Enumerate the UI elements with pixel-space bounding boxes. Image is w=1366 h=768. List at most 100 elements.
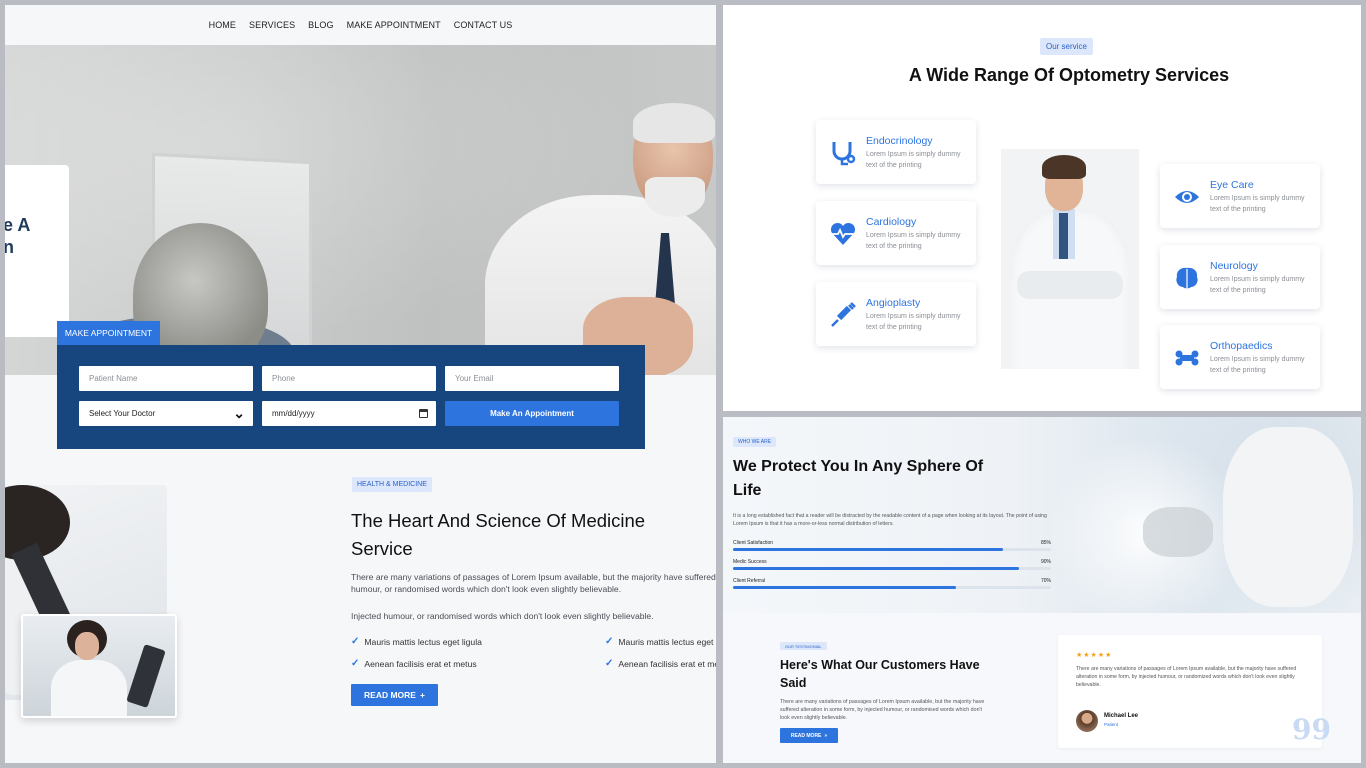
doctor-portrait-tie	[1059, 213, 1068, 259]
star-rating-icon: ★★★★★	[1076, 652, 1113, 659]
read-more-label: READ MORE	[790, 732, 822, 739]
health-medicine-badge: HEALTH & MEDICINE	[352, 477, 432, 492]
check-item-label: Mauris mattis lectus eget ligula	[364, 636, 482, 647]
check-item: ✓ Mauris mattis lectus eget ligula	[605, 636, 716, 647]
testimonial-card: ★★★★★ There are many variations of passa…	[1058, 635, 1331, 748]
testimonial-role: Patient	[1104, 722, 1119, 727]
heart-science-paragraph-2: Injected humour, or randomised words whi…	[351, 611, 654, 621]
doctor-portrait-arms	[1017, 271, 1123, 299]
chevron-down-icon: ⌄	[233, 405, 245, 421]
lab-woman-coat	[51, 660, 127, 716]
avatar	[1076, 710, 1098, 732]
lab-woman-image	[21, 614, 177, 718]
hero-card-line2: n	[5, 237, 14, 257]
hero-doctor-hair	[633, 103, 715, 143]
testimonials-paragraph: There are many variations of passages of…	[780, 699, 985, 721]
testimonial-author: Michael Lee	[1104, 713, 1139, 719]
read-more-button[interactable]: READ MORE +	[351, 684, 438, 706]
hero-text-card: e A n	[5, 165, 69, 337]
heart-science-paragraph: There are many variations of passages of…	[351, 572, 716, 594]
service-card-orthopaedics[interactable]: Orthopaedics Lorem Ipsum is simply dummy…	[1160, 325, 1320, 389]
progress-label: Client Referral	[733, 578, 765, 584]
check-item: ✓ Aenean facilisis erat et metus	[605, 658, 716, 669]
progress-percent: 70%	[1040, 578, 1051, 584]
progress-percent: 85%	[1040, 540, 1051, 546]
doctor-select[interactable]: Select Your Doctor ⌄	[79, 401, 253, 426]
service-name: Cardiology	[866, 216, 917, 228]
service-card-endocrinology[interactable]: Endocrinology Lorem Ipsum is simply dumm…	[816, 120, 976, 184]
email-input[interactable]: Your Email	[445, 366, 619, 391]
calendar-icon[interactable]	[419, 409, 428, 418]
doctor-portrait-hair	[1042, 155, 1086, 179]
nav-contact-us[interactable]: CONTACT US	[454, 20, 513, 30]
who-we-are-title: We Protect You In Any Sphere Of Life	[733, 458, 984, 499]
bone-icon	[1172, 343, 1202, 373]
service-desc: Lorem Ipsum is simply dummy text of the …	[1210, 195, 1305, 213]
testimonial-badge: OUR TESTIMONIAL	[780, 642, 827, 650]
check-item-label: Aenean facilisis erat et metus	[364, 658, 477, 669]
heartbeat-icon	[828, 219, 858, 249]
heart-science-title: The Heart And Science Of Medicine Servic…	[351, 510, 646, 559]
date-input[interactable]: mm/dd/yyyy	[262, 401, 436, 426]
plus-icon: +	[419, 690, 425, 700]
eye-icon	[1172, 182, 1202, 212]
left-panel-screenshot: HOME SERVICES BLOG MAKE APPOINTMENT CONT…	[5, 5, 716, 763]
appointment-form: Patient Name Phone Your Email Select You…	[57, 345, 645, 449]
background-doctor	[1223, 427, 1353, 607]
brain-icon	[1172, 263, 1202, 293]
who-we-are-section: WHO WE ARE We Protect You In Any Sphere …	[723, 417, 1361, 613]
quote-icon: 99	[1292, 713, 1331, 746]
doctor-select-value: Select Your Doctor	[89, 409, 156, 418]
service-name: Eye Care	[1210, 179, 1254, 191]
service-name: Angioplasty	[866, 297, 921, 309]
progress-fill	[733, 586, 956, 589]
read-more-label: READ MORE	[364, 690, 416, 700]
check-icon: ✓	[351, 658, 360, 669]
hero-card-line1: e A	[5, 215, 31, 235]
date-input-value: mm/dd/yyyy	[272, 409, 315, 418]
nav-home[interactable]: HOME	[209, 20, 236, 30]
doctor-portrait	[1001, 149, 1139, 369]
lab-woman-face	[75, 632, 99, 660]
progress-fill	[733, 567, 1020, 570]
service-name: Neurology	[1210, 260, 1258, 272]
progress-percent: 90%	[1040, 559, 1051, 565]
check-item-label: Mauris mattis lectus eget ligula	[618, 636, 716, 647]
check-item: ✓ Aenean facilisis erat et metus	[351, 658, 477, 669]
who-we-are-badge: WHO WE ARE	[733, 437, 777, 447]
syringe-icon	[828, 300, 858, 330]
service-desc: Lorem Ipsum is simply dummy text of the …	[1210, 356, 1305, 374]
double-chevron-right-icon: »	[824, 732, 828, 739]
main-nav: HOME SERVICES BLOG MAKE APPOINTMENT CONT…	[5, 5, 716, 45]
progress-fill	[733, 548, 1004, 551]
services-panel-screenshot: Our service A Wide Range Of Optometry Se…	[723, 5, 1361, 411]
make-appointment-button[interactable]: Make An Appointment	[445, 401, 619, 426]
stethoscope-icon	[828, 138, 858, 168]
services-title: A Wide Range Of Optometry Services	[908, 65, 1230, 85]
service-card-neurology[interactable]: Neurology Lorem Ipsum is simply dummy te…	[1160, 245, 1320, 309]
testimonials-read-more-button[interactable]: READ MORE »	[780, 728, 838, 743]
check-icon: ✓	[351, 636, 360, 647]
appointment-tab: MAKE APPOINTMENT	[57, 321, 160, 345]
testimonial-text: There are many variations of passages of…	[1076, 666, 1297, 688]
progress-label: Client Satisfaction	[733, 540, 774, 546]
service-card-cardiology[interactable]: Cardiology Lorem Ipsum is simply dummy t…	[816, 201, 976, 265]
check-item-label: Aenean facilisis erat et metus	[618, 658, 716, 669]
phone-input[interactable]: Phone	[262, 366, 436, 391]
service-desc: Lorem Ipsum is simply dummy text of the …	[866, 232, 961, 250]
service-desc: Lorem Ipsum is simply dummy text of the …	[1210, 276, 1305, 294]
hero-doctor-beard	[645, 177, 705, 217]
testimonials-section: OUR TESTIMONIAL Here's What Our Customer…	[723, 613, 1361, 763]
lab-woman-microscope	[126, 644, 166, 708]
service-card-eye-care[interactable]: Eye Care Lorem Ipsum is simply dummy tex…	[1160, 164, 1320, 228]
background-hand	[1143, 507, 1213, 557]
about-panel-screenshot: WHO WE ARE We Protect You In Any Sphere …	[723, 417, 1361, 763]
nav-blog[interactable]: BLOG	[308, 20, 333, 30]
patient-name-input[interactable]: Patient Name	[79, 366, 253, 391]
nav-make-appointment[interactable]: MAKE APPOINTMENT	[347, 20, 441, 30]
service-card-angioplasty[interactable]: Angioplasty Lorem Ipsum is simply dummy …	[816, 282, 976, 346]
check-item: ✓ Mauris mattis lectus eget ligula	[351, 636, 482, 647]
progress-track	[733, 567, 1051, 570]
nav-services[interactable]: SERVICES	[249, 20, 295, 30]
check-icon: ✓	[605, 636, 614, 647]
